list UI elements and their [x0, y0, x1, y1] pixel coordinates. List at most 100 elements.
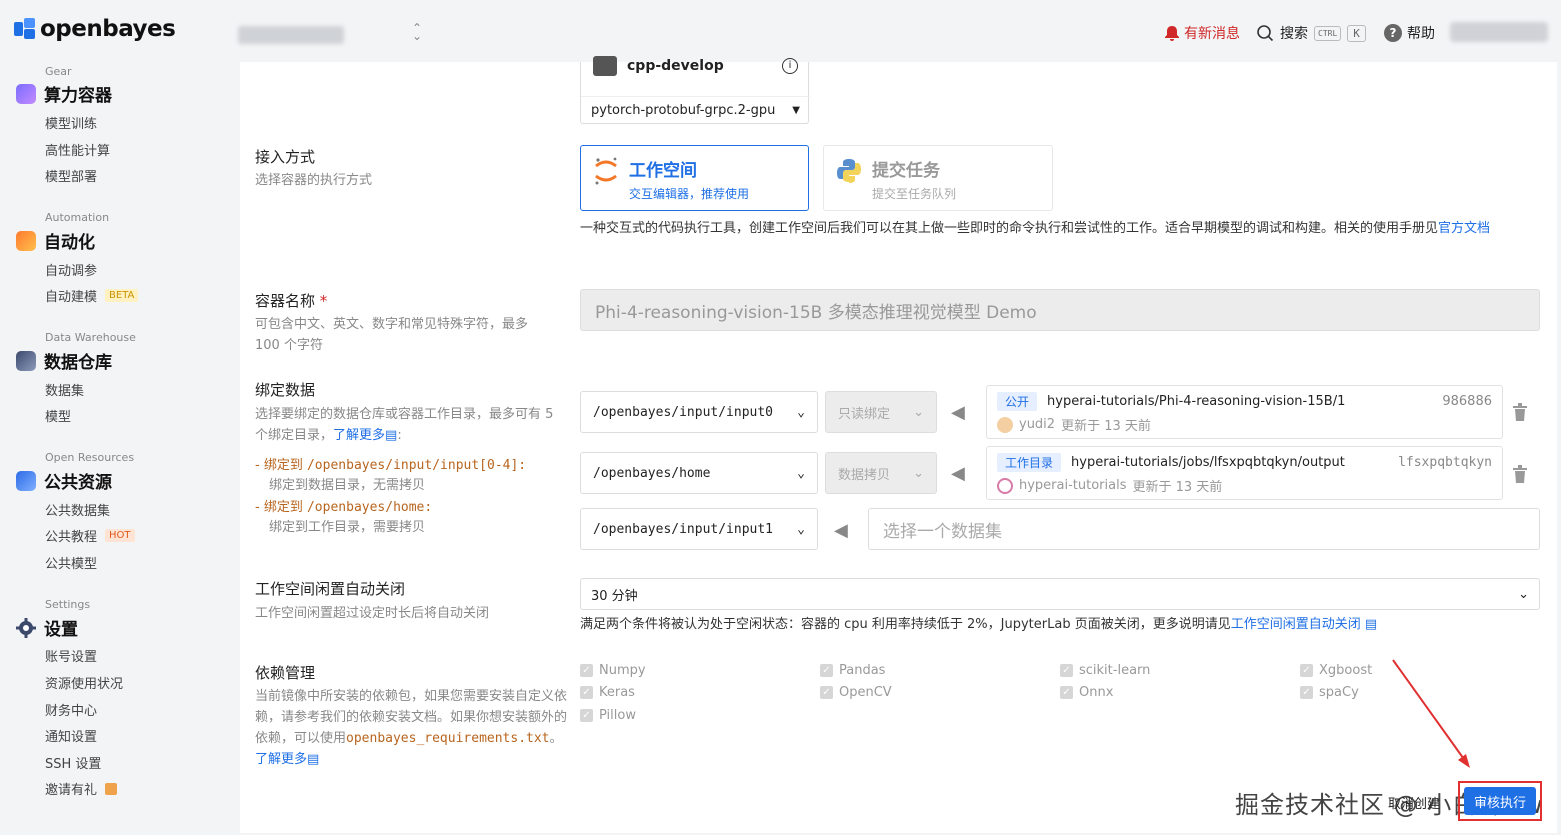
dataset-id-2: lfsxpqbtqkyn	[1398, 455, 1492, 470]
logo[interactable]: openbayes	[14, 16, 176, 42]
sidebar-item-auto-tune[interactable]: 自动调参	[45, 260, 97, 279]
deps-learn-more-link[interactable]: 了解更多	[255, 752, 307, 767]
bind-desc: 选择要绑定的数据仓库或容器工作目录，最多可有 5 个绑定目录，了解更多▤:	[255, 407, 554, 443]
sidebar-item-invite[interactable]: 邀请有礼	[45, 779, 118, 798]
trash-icon[interactable]	[1512, 465, 1528, 483]
sidebar-item-account[interactable]: 账号设置	[45, 646, 97, 665]
bind-dir-value-3: /openbayes/input/input1	[593, 521, 774, 537]
dataset-card-1[interactable]: 公开 hyperai-tutorials/Phi-4-reasoning-vis…	[986, 385, 1503, 439]
app-window: openbayes ⌃ ⌄ 有新消息 搜索 CTRL K ? 帮助 Gear 算力…	[0, 0, 1561, 835]
task-option[interactable]: 提交任务 提交至任务队列	[823, 145, 1053, 211]
dataset-select-input[interactable]: 选择一个数据集	[868, 508, 1540, 550]
dep-label: Pandas	[839, 663, 886, 678]
question-icon: ?	[1384, 24, 1402, 42]
idle-note: 满足两个条件将被认为处于空闲状态：容器的 cpu 利用率持续低于 2%，Jupy…	[580, 613, 1377, 632]
trash-icon[interactable]	[1512, 403, 1528, 421]
section-warehouse[interactable]: 数据仓库	[16, 348, 112, 373]
bind-rule-1-desc: 绑定到数据目录，无需拷贝	[269, 478, 426, 493]
section-gear-title: 算力容器	[44, 86, 112, 106]
image-version-select[interactable]: pytorch-protobuf-grpc.2-gpu ▼	[581, 96, 810, 124]
sidebar-item-auto-model[interactable]: 自动建模 BETA	[45, 286, 139, 305]
chevron-down-icon: ⌄	[797, 521, 805, 537]
sidebar-item-usage[interactable]: 资源使用状况	[45, 673, 123, 692]
external-doc-icon: ▤	[385, 428, 398, 443]
access-label: 接入方式	[255, 148, 316, 166]
project-switch-icon[interactable]: ⌃ ⌄	[412, 22, 422, 42]
workspace-option[interactable]: 工作空间 交互编辑器，推荐使用	[580, 145, 809, 211]
sidebar-item-ssh[interactable]: SSH 设置	[45, 753, 101, 772]
bind-dir-value-2: /openbayes/home	[593, 465, 711, 481]
dataset-card-2[interactable]: 工作目录 hyperai-tutorials/jobs/lfsxpqbtqkyn…	[986, 446, 1503, 500]
bind-mode-select-1[interactable]: 只读绑定 ⌄	[825, 391, 937, 433]
section-warehouse-title: 数据仓库	[44, 353, 112, 373]
notification-button[interactable]: 有新消息	[1164, 23, 1240, 43]
sidebar-item-finance[interactable]: 财务中心	[45, 700, 97, 719]
dep-label: Xgboost	[1319, 663, 1373, 678]
idle-label: 工作空间闲置自动关闭	[255, 580, 406, 598]
highlight-box: 审核执行	[1458, 781, 1542, 821]
bind-rule-1-prefix: 绑定到	[263, 458, 303, 473]
user-menu-blurred[interactable]	[1450, 22, 1548, 42]
create-button-label: 审核执行	[1473, 795, 1526, 811]
chevron-down-icon: ⌄	[1518, 586, 1529, 602]
dataset-updated-2: 更新于 13 天前	[1132, 480, 1223, 495]
automation-cube-icon	[16, 230, 36, 251]
bind-dir-select-2[interactable]: /openbayes/home ⌄	[580, 452, 818, 494]
info-icon[interactable]: i	[782, 58, 798, 74]
idle-desc: 工作空间闲置超过设定时长后将自动关闭	[255, 606, 490, 621]
workspace-option-text: 工作空间 交互编辑器，推荐使用	[629, 156, 750, 201]
dep-opencv: ✓ OpenCV	[820, 685, 892, 700]
sidebar-item-model-deploy[interactable]: 模型部署	[45, 166, 97, 185]
sidebar-item-models[interactable]: 模型	[45, 406, 71, 425]
idle-doc-link[interactable]: 工作空间闲置自动关闭	[1231, 617, 1361, 632]
checkbox-checked-icon: ✓	[580, 686, 593, 699]
image-select[interactable]: cpp-develop i pytorch-protobuf-grpc.2-gp…	[580, 56, 810, 124]
bind-rule-1-path: /openbayes/input/input[0-4]:	[306, 458, 527, 473]
caret-down-icon: ▼	[792, 105, 800, 116]
jupyter-icon	[595, 157, 617, 185]
dep-label: spaCy	[1319, 685, 1359, 700]
checkbox-checked-icon: ✓	[820, 686, 833, 699]
task-option-text: 提交任务 提交至任务队列	[872, 156, 956, 201]
bind-mode-select-2[interactable]: 数据拷贝 ⌄	[825, 452, 937, 494]
openbayes-logo-icon	[14, 18, 36, 40]
dataset-card-1-top: 公开 hyperai-tutorials/Phi-4-reasoning-vis…	[997, 392, 1492, 411]
sidebar-item-notification[interactable]: 通知设置	[45, 726, 97, 745]
idle-timeout-select[interactable]: 30 分钟 ⌄	[580, 578, 1540, 610]
access-note-text: 一种交互式的代码执行工具，创建工作空间后我们可以在其上做一些即时的命令执行和尝试…	[580, 221, 1439, 236]
container-name-label: 容器名称 *	[255, 290, 327, 311]
create-button[interactable]: 审核执行	[1464, 787, 1536, 815]
search-button[interactable]: 搜索 CTRL K	[1256, 23, 1366, 43]
section-settings[interactable]: 设置	[16, 615, 78, 640]
sidebar-item-hpc[interactable]: 高性能计算	[45, 140, 110, 159]
dataset-path-1: hyperai-tutorials/Phi-4-reasoning-vision…	[1047, 394, 1346, 409]
sidebar-item-public-models[interactable]: 公共模型	[45, 553, 97, 572]
workspace-sub: 交互编辑器，推荐使用	[629, 187, 750, 201]
dep-onnx: ✓ Onnx	[1060, 685, 1113, 700]
project-name-blurred[interactable]	[238, 26, 344, 44]
workspace-title: 工作空间	[629, 161, 697, 181]
bind-dir-select-3[interactable]: /openbayes/input/input1 ⌄	[580, 508, 818, 550]
dep-pillow: ✓ Pillow	[580, 708, 636, 723]
bind-rule-1: - 绑定到 /openbayes/input/input[0-4]:	[255, 458, 527, 473]
sidebar-item-model-training[interactable]: 模型训练	[45, 113, 97, 132]
help-button[interactable]: ? 帮助	[1384, 23, 1435, 43]
sidebar-item-datasets[interactable]: 数据集	[45, 380, 84, 399]
sidebar-item-public-tutorials[interactable]: 公共教程 HOT	[45, 526, 135, 545]
section-automation[interactable]: 自动化	[16, 228, 95, 253]
dep-xgboost: ✓ Xgboost	[1300, 663, 1372, 678]
cancel-button[interactable]: 取消创建	[1388, 793, 1440, 812]
sidebar-item-public-datasets[interactable]: 公共数据集	[45, 500, 110, 519]
dep-label: Pillow	[599, 708, 636, 723]
image-name-row: cpp-develop	[593, 56, 724, 76]
dataset-user-1: yudi2	[1019, 417, 1056, 432]
bind-learn-more-link[interactable]: 了解更多	[333, 428, 385, 443]
dataset-card-2-bottom: hyperai-tutorials 更新于 13 天前	[997, 476, 1492, 495]
bind-dir-select-1[interactable]: /openbayes/input/input0 ⌄	[580, 391, 818, 433]
arrow-left-icon: ◀	[951, 402, 965, 423]
official-docs-link[interactable]: 官方文档	[1438, 221, 1490, 236]
container-name-input[interactable]: Phi-4-reasoning-vision-15B 多模态推理视觉模型 Dem…	[580, 289, 1540, 331]
section-public[interactable]: 公共资源	[16, 468, 112, 493]
settings-gear-icon	[16, 617, 36, 638]
section-gear[interactable]: 算力容器	[16, 81, 112, 106]
